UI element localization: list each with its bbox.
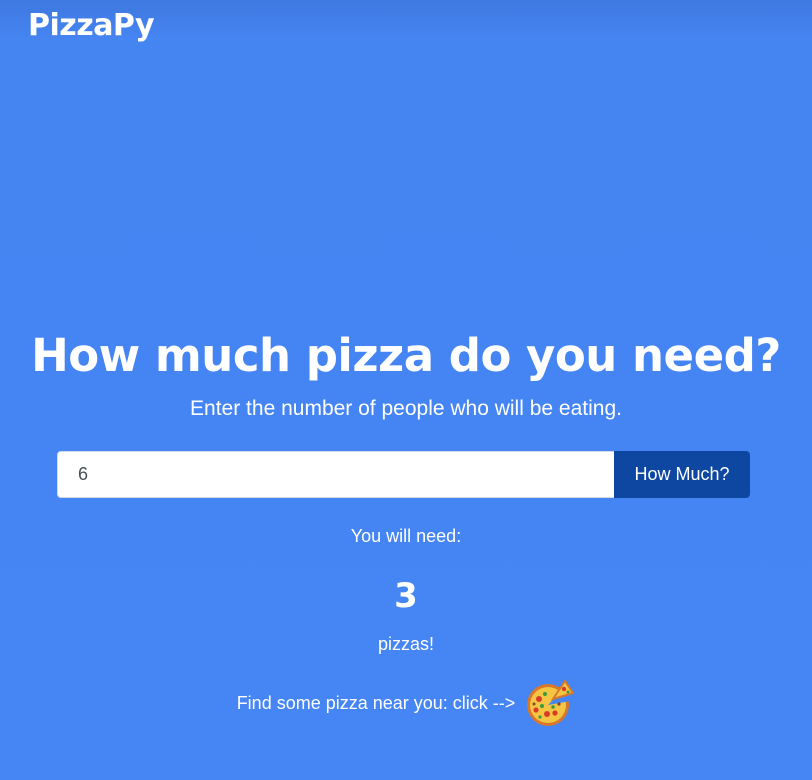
people-form: How Much? — [57, 451, 750, 498]
people-count-input[interactable] — [57, 451, 614, 498]
navbar: PizzaPy — [0, 0, 812, 56]
find-pizza-row: Find some pizza near you: click --> — [0, 676, 812, 730]
page-subtitle: Enter the number of people who will be e… — [190, 397, 622, 420]
pizza-count: 3 — [394, 576, 418, 616]
pizza-slice-icon[interactable] — [523, 677, 575, 729]
hero-section: How much pizza do you need? Enter the nu… — [0, 324, 812, 424]
brand-logo[interactable]: PizzaPy — [28, 6, 155, 46]
how-much-button[interactable]: How Much? — [614, 451, 750, 498]
result-label: You will need: — [350, 526, 462, 546]
find-pizza-text: Find some pizza near you: click --> — [236, 692, 516, 713]
pizza-unit-label: pizzas! — [377, 634, 435, 654]
page-title: How much pizza do you need? — [31, 329, 781, 382]
